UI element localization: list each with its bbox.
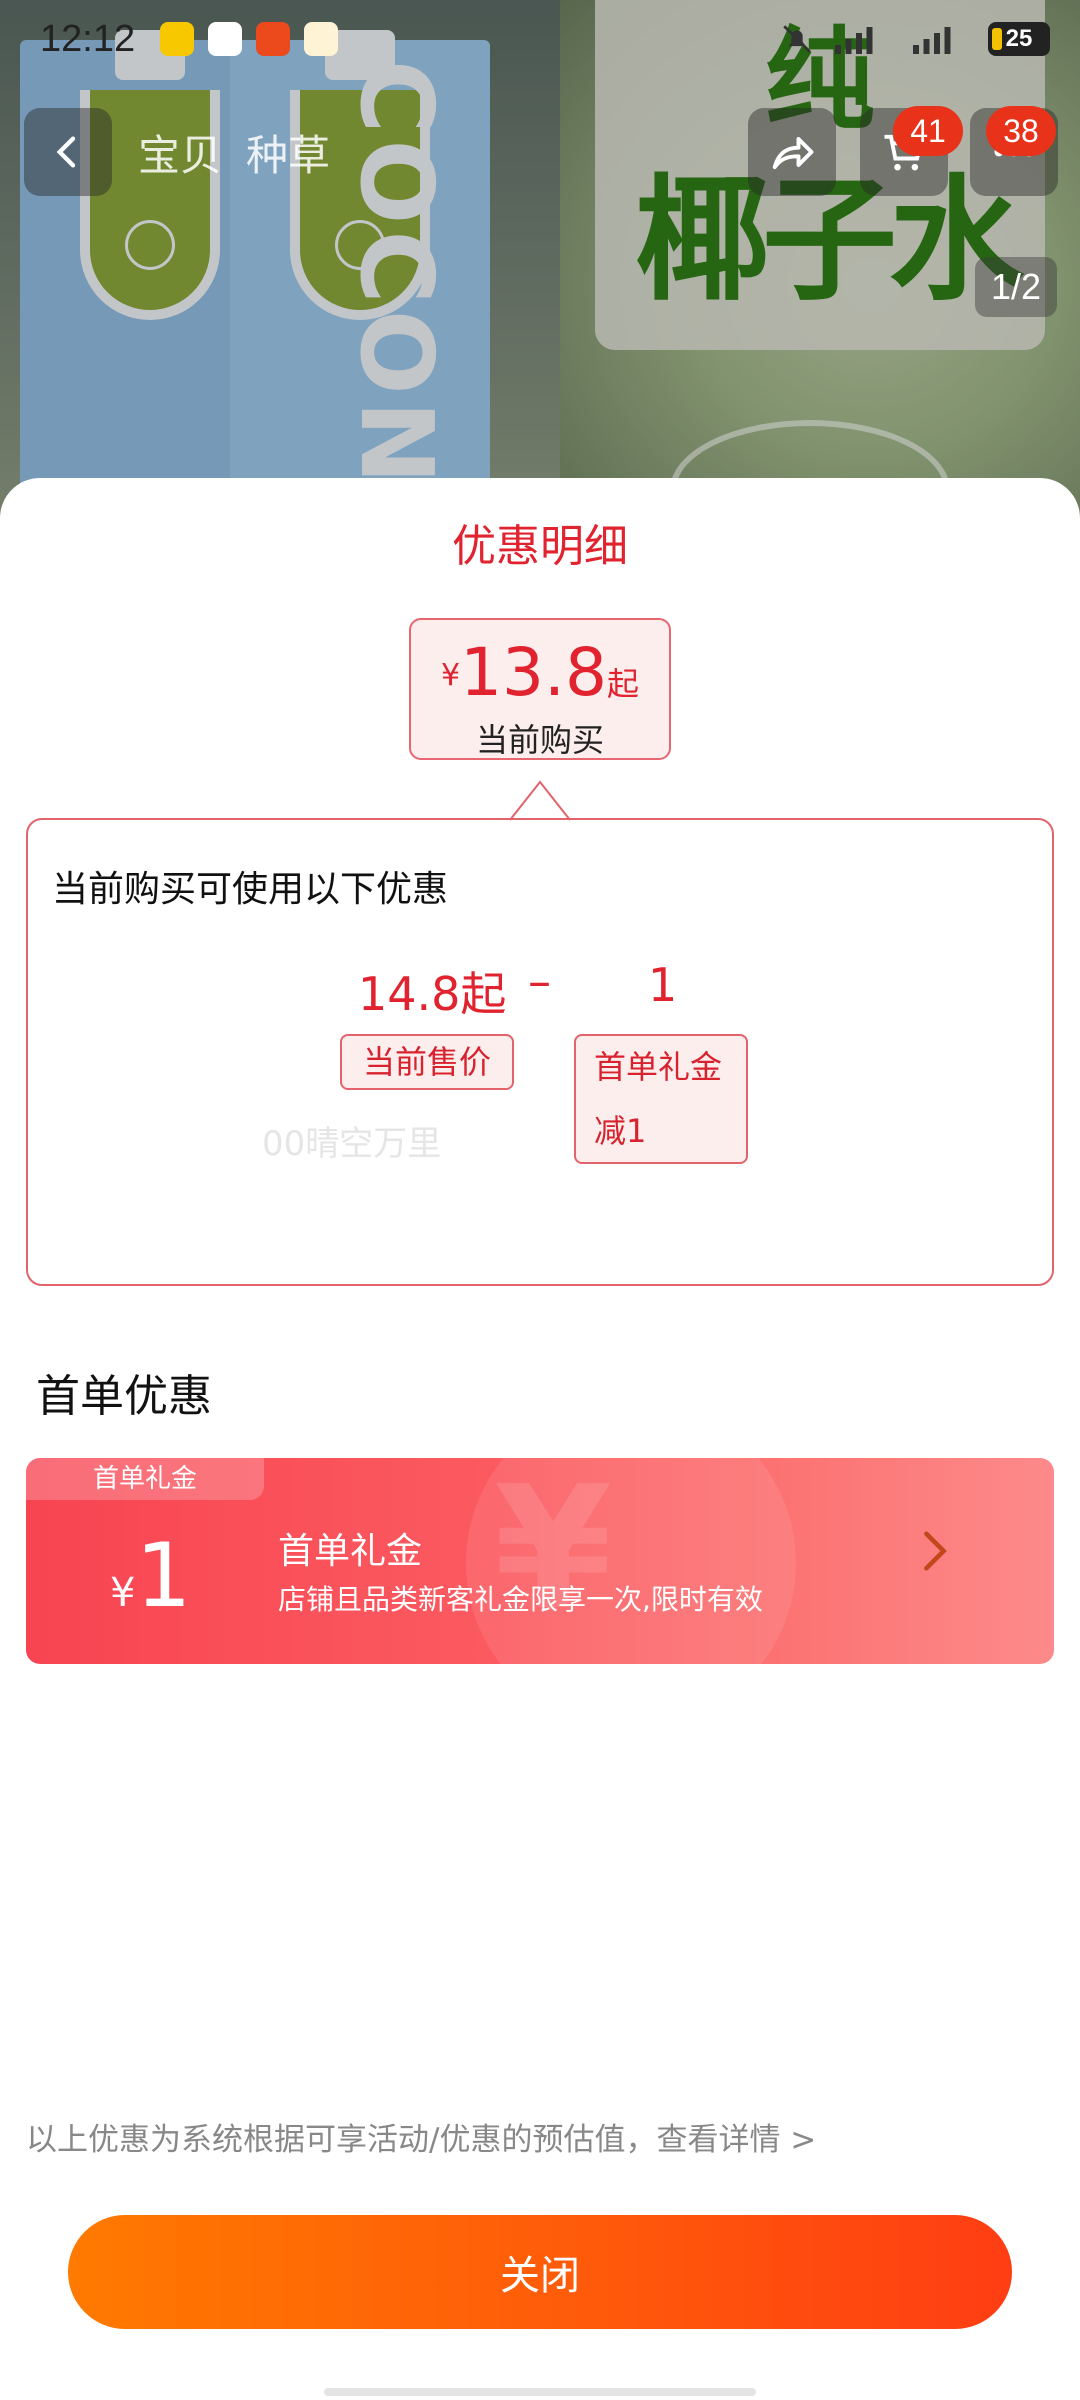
first-order-section-title: 首单优惠	[36, 1371, 212, 1422]
watermark: 00晴空万里	[262, 1124, 442, 1164]
system-indicators: 25	[780, 22, 1050, 56]
home-indicator[interactable]	[324, 2388, 756, 2396]
chevron-right-icon[interactable]	[920, 1528, 950, 1585]
price-suffix: 起	[607, 665, 640, 703]
detail-tabs: 宝贝 种草	[138, 122, 330, 183]
battery-indicator: 25	[988, 22, 1050, 56]
estimate-footnote-link[interactable]: 以上优惠为系统根据可享活动/优惠的预估值，查看详情 >	[26, 2114, 816, 2159]
first-order-gift-tag: 首单礼金 减1	[574, 1034, 748, 1164]
sheet-title: 优惠明细	[452, 521, 628, 572]
coupon-amount: 1	[135, 1524, 192, 1627]
signal-icon	[835, 27, 873, 54]
discount-calculation-box: 当前购买可使用以下优惠 14.8起 – 1 当前售价 首单礼金 减1 00晴空万…	[26, 818, 1054, 1286]
notification-icons	[160, 22, 338, 56]
price-label: 当前购买	[475, 721, 604, 759]
coupon-corner-label: 首单礼金	[26, 1458, 264, 1500]
coupon-value: ¥1	[110, 1524, 191, 1627]
gift-tag-title: 首单礼金	[594, 1048, 723, 1086]
gift-tag-amount: 减1	[594, 1112, 647, 1150]
chevron-left-icon	[56, 136, 76, 168]
discount-value: 1	[648, 958, 678, 1012]
video-app-icon	[208, 22, 242, 56]
coupon-name: 首单礼金	[278, 1531, 423, 1572]
status-bar: 12:12 25	[0, 0, 1080, 84]
current-price-value: 14.8起	[358, 967, 507, 1021]
close-button[interactable]: 关闭	[68, 2215, 1012, 2329]
top-navigation: 宝贝 种草 41 38	[0, 100, 1080, 200]
meituan-icon	[160, 22, 194, 56]
share-button[interactable]	[748, 108, 836, 196]
price-amount: 13.8	[460, 634, 608, 711]
current-price-tag: 当前售价	[340, 1034, 514, 1090]
mute-bell-icon	[783, 25, 811, 53]
first-order-coupon-card[interactable]: ¥ 首单礼金 ¥1 首单礼金 店铺且品类新客礼金限享一次,限时有效	[26, 1458, 1054, 1664]
coupon-description: 店铺且品类新客礼金限享一次,限时有效	[278, 1583, 763, 1616]
cart-count-badge: 41	[893, 106, 963, 156]
message-count-badge: 38	[986, 106, 1056, 156]
tab-item[interactable]: 宝贝	[138, 122, 222, 183]
coupon-currency: ¥	[110, 1570, 136, 1616]
callout-pointer	[510, 780, 570, 822]
signal-5g-icon	[913, 27, 951, 54]
yen-watermark-icon: ¥	[494, 1458, 613, 1648]
delivery-app-icon	[304, 22, 338, 56]
price-currency: ¥	[440, 658, 461, 693]
tab-recommend[interactable]: 种草	[246, 122, 330, 183]
discount-detail-sheet: 优惠明细 ¥13.8起 当前购买 当前购买可使用以下优惠 14.8起 – 1 当…	[0, 478, 1080, 2400]
image-page-indicator: 1/2	[975, 257, 1057, 317]
share-icon	[772, 137, 814, 170]
back-button[interactable]	[24, 108, 112, 196]
shopping-app-icon	[256, 22, 290, 56]
status-time: 12:12	[40, 18, 136, 60]
minus-operator: –	[528, 954, 551, 1008]
discount-heading: 当前购买可使用以下优惠	[52, 869, 449, 910]
current-price-box: ¥13.8起 当前购买	[409, 618, 671, 760]
